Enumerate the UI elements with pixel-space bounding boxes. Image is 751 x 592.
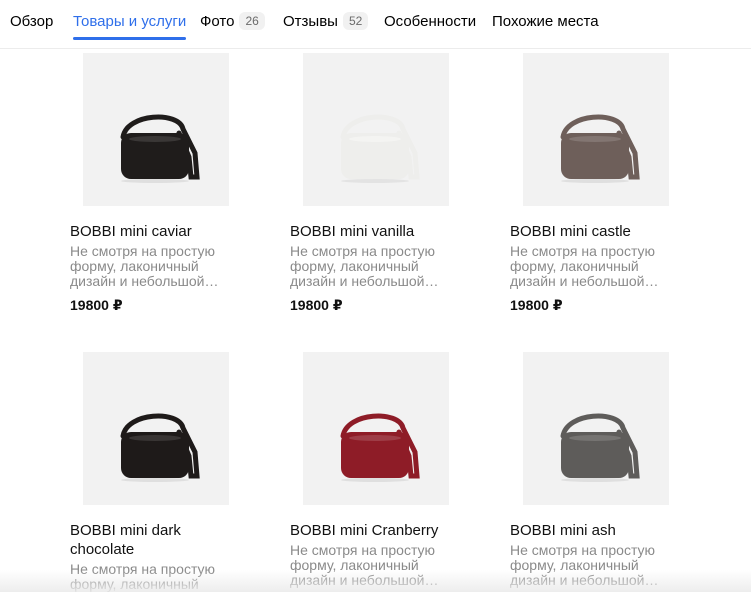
description-line: форму, лаконичный bbox=[70, 258, 199, 274]
product-description: Не смотря на простую форму, лаконичный д… bbox=[290, 543, 490, 588]
product-title[interactable]: BOBBI mini Cranberry bbox=[290, 521, 490, 540]
description-line: форму, лаконичный bbox=[510, 258, 639, 274]
tab-overview[interactable]: Обзор bbox=[10, 12, 53, 36]
description-line: форму, лаконичный bbox=[290, 557, 419, 573]
tab-label: Фото bbox=[200, 13, 235, 30]
handbag-icon bbox=[560, 114, 640, 183]
tab-label: Похожие места bbox=[492, 13, 599, 30]
handbag-icon bbox=[120, 114, 200, 183]
product-title[interactable]: BOBBI mini vanilla bbox=[290, 222, 490, 241]
description-line: дизайн и небольшой… bbox=[290, 572, 439, 588]
product-description: Не смотря на простую форму, лаконичный д… bbox=[510, 244, 710, 289]
product-image[interactable] bbox=[303, 352, 449, 505]
product-image[interactable] bbox=[523, 53, 669, 206]
description-line: Не смотря на простую bbox=[70, 243, 216, 259]
handbag-icon bbox=[340, 413, 420, 482]
tab-bar: Обзор Товары и услуги Фото 26 Отзывы 52 Ос… bbox=[0, 0, 751, 49]
description-line: форму, лаконичный bbox=[70, 576, 199, 592]
description-line: Не смотря на простую bbox=[290, 542, 436, 558]
tab-count-badge: 26 bbox=[239, 12, 265, 30]
tab-photos[interactable]: Фото 26 bbox=[200, 12, 265, 36]
tab-count-badge: 52 bbox=[342, 12, 369, 30]
tab-label: Особенности bbox=[384, 13, 477, 30]
product-description: Не смотря на простую форму, лаконичный д… bbox=[290, 244, 490, 289]
description-line: форму, лаконичный bbox=[510, 557, 639, 573]
product-image[interactable] bbox=[303, 53, 449, 206]
handbag-icon bbox=[120, 413, 200, 482]
product-title[interactable]: BOBBI mini ash bbox=[510, 521, 710, 540]
product-price: 19800 ₽ bbox=[70, 297, 123, 313]
product-title[interactable]: BOBBI mini dark chocolate bbox=[70, 521, 270, 559]
description-line: Не смотря на простую bbox=[290, 243, 436, 259]
product-title[interactable]: BOBBI mini caviar bbox=[70, 222, 270, 241]
product-price: 19800 ₽ bbox=[290, 297, 343, 313]
description-line: форму, лаконичный bbox=[290, 258, 419, 274]
description-line: Не смотря на простую bbox=[510, 542, 656, 558]
product-image[interactable] bbox=[523, 352, 669, 505]
title-line: chocolate bbox=[70, 541, 135, 558]
product-description: Не смотря на простую форму, лаконичный bbox=[70, 562, 270, 592]
handbag-icon bbox=[560, 413, 640, 482]
tab-label: Товары и услуги bbox=[73, 13, 187, 30]
tab-label: Отзывы bbox=[283, 13, 338, 30]
tab-label: Обзор bbox=[10, 13, 54, 30]
product-image[interactable] bbox=[83, 352, 229, 505]
product-description: Не смотря на простую форму, лаконичный д… bbox=[510, 543, 710, 588]
title-line: BOBBI mini dark bbox=[70, 522, 181, 539]
product-title[interactable]: BOBBI mini castle bbox=[510, 222, 710, 241]
tab-reviews[interactable]: Отзывы 52 bbox=[283, 12, 369, 36]
description-line: дизайн и небольшой… bbox=[510, 273, 659, 289]
tab-features[interactable]: Особенности bbox=[384, 12, 476, 36]
product-price: 19800 ₽ bbox=[510, 297, 563, 313]
description-line: Не смотря на простую bbox=[510, 243, 656, 259]
product-image[interactable] bbox=[83, 53, 229, 206]
page: Обзор Товары и услуги Фото 26 Отзывы 52 Ос… bbox=[0, 0, 751, 592]
description-line: дизайн и небольшой… bbox=[290, 273, 439, 289]
product-description: Не смотря на простую форму, лаконичный д… bbox=[70, 244, 270, 289]
description-line: Не смотря на простую bbox=[70, 561, 216, 577]
tab-similar-places[interactable]: Похожие места bbox=[492, 12, 599, 36]
handbag-icon bbox=[340, 114, 420, 183]
active-tab-indicator bbox=[73, 37, 187, 40]
tab-products-services[interactable]: Товары и услуги bbox=[73, 12, 187, 40]
description-line: дизайн и небольшой… bbox=[70, 273, 219, 289]
description-line: дизайн и небольшой… bbox=[510, 572, 659, 588]
